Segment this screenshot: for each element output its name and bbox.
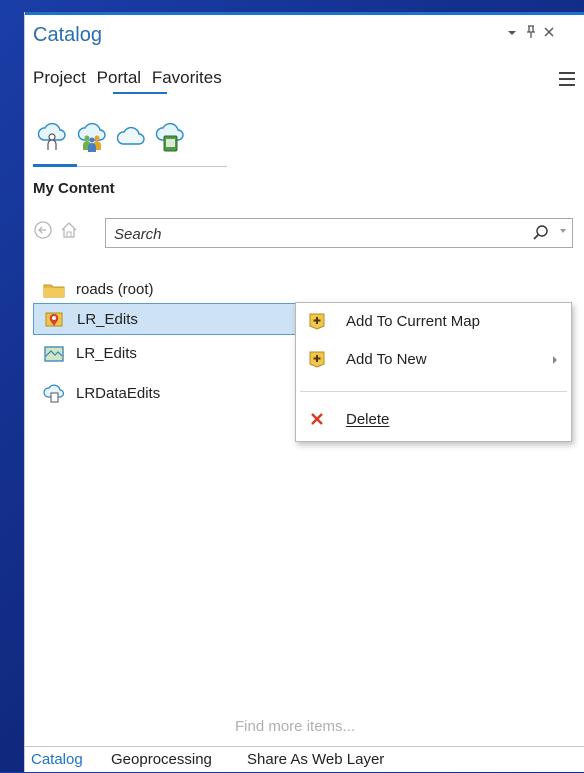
- tab-geoprocessing[interactable]: Geoprocessing: [111, 751, 212, 768]
- add-data-icon: [308, 350, 326, 368]
- groups-cloud-icon[interactable]: [77, 120, 107, 154]
- pane-title: Catalog: [33, 24, 102, 46]
- menu-item-add-to-new[interactable]: Add To New: [296, 341, 571, 377]
- tab-favorites[interactable]: Favorites: [152, 68, 222, 87]
- portal-content-icons: [33, 116, 227, 167]
- home-icon[interactable]: [59, 220, 79, 245]
- section-title: My Content: [33, 180, 115, 197]
- search-icon[interactable]: [532, 223, 550, 248]
- feature-service-icon: [44, 310, 66, 330]
- search-box: [105, 218, 573, 248]
- pane-top-border: [25, 12, 584, 15]
- tab-project[interactable]: Project: [33, 68, 86, 87]
- tab-portal[interactable]: Portal: [97, 68, 141, 87]
- find-more-items-link[interactable]: Find more items...: [235, 718, 355, 735]
- search-input[interactable]: [112, 222, 516, 246]
- pane-options-dropdown-icon[interactable]: [507, 24, 517, 44]
- tab-catalog[interactable]: Catalog: [31, 751, 83, 768]
- list-item-label: LR_Edits: [77, 311, 138, 328]
- list-item-label: LRDataEdits: [76, 385, 161, 402]
- list-item-selected[interactable]: LR_Edits: [33, 303, 303, 335]
- active-portal-view-indicator: [33, 164, 77, 167]
- living-atlas-cloud-icon[interactable]: [155, 120, 185, 154]
- menu-item-label: Delete: [346, 411, 390, 428]
- menu-item-label: Add To Current Map: [346, 313, 480, 330]
- delete-icon: [308, 410, 326, 428]
- close-icon[interactable]: [543, 24, 555, 44]
- folder-icon: [43, 280, 65, 300]
- active-tab-indicator: [113, 92, 167, 94]
- menu-item-add-to-current-map[interactable]: Add To Current Map: [296, 303, 571, 339]
- add-data-icon: [308, 312, 326, 330]
- search-options-dropdown-icon[interactable]: [560, 229, 566, 233]
- list-item-label: roads (root): [76, 281, 154, 298]
- auto-hide-pin-icon[interactable]: [525, 24, 537, 44]
- portal-item-icon: [43, 384, 65, 404]
- menu-icon[interactable]: [559, 72, 575, 90]
- catalog-tabs: Project Portal Favorites: [33, 68, 228, 88]
- list-item-label: LR_Edits: [76, 345, 137, 362]
- tab-share-as-web-layer[interactable]: Share As Web Layer: [247, 751, 384, 768]
- map-service-icon: [43, 344, 65, 364]
- menu-item-delete[interactable]: Delete: [296, 401, 571, 437]
- menu-separator: [300, 391, 567, 392]
- catalog-pane: Catalog Project Portal Favorites My Cont…: [24, 12, 584, 772]
- context-menu: Add To Current Map Add To New Delete: [295, 302, 572, 442]
- menu-item-label: Add To New: [346, 351, 427, 368]
- my-content-cloud-icon[interactable]: [37, 120, 67, 154]
- submenu-arrow-icon: [553, 356, 557, 364]
- all-portal-cloud-icon[interactable]: [116, 120, 147, 154]
- back-icon[interactable]: [33, 220, 53, 245]
- bottom-tabs: Catalog Geoprocessing Share As Web Layer: [25, 746, 584, 773]
